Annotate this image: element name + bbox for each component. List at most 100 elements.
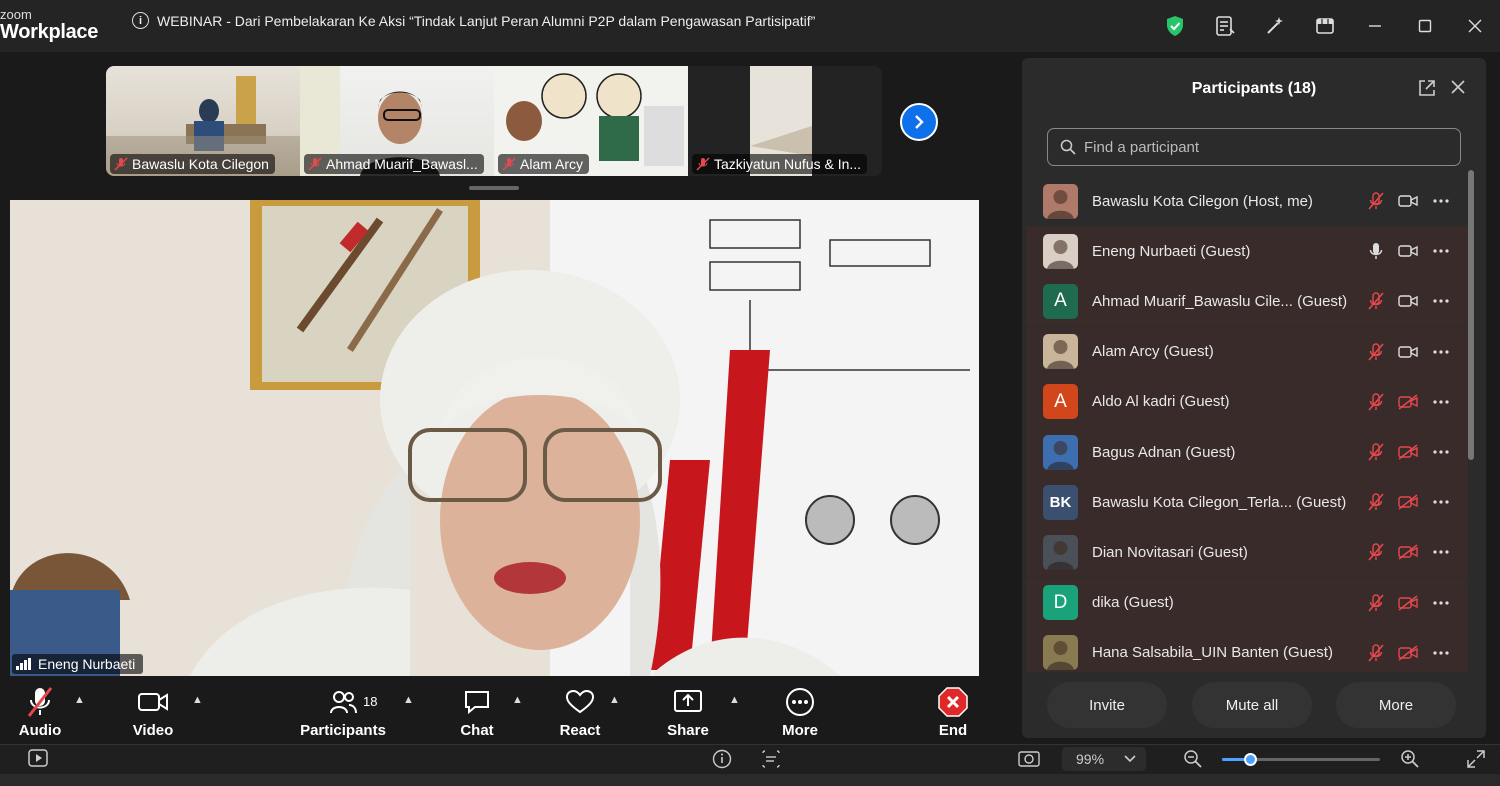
participant-more-icon[interactable] [1430, 190, 1452, 212]
participant-more-icon[interactable] [1430, 441, 1452, 463]
search-input[interactable] [1084, 138, 1444, 156]
audio-options-chevron-icon[interactable]: ▲ [74, 694, 85, 706]
participant-row[interactable]: A Ahmad Muarif_Bawaslu Cile... (Guest) [1026, 276, 1468, 327]
zoom-out-icon[interactable] [1183, 749, 1203, 774]
react-options-chevron-icon[interactable]: ▲ [609, 694, 620, 706]
camera-off-icon[interactable] [1397, 441, 1419, 463]
participant-row[interactable]: Bawaslu Kota Cilegon (Host, me) [1026, 176, 1468, 226]
audio-label: Audio [18, 722, 62, 739]
zoom-slider-handle[interactable] [1244, 753, 1258, 766]
recording-player-icon[interactable] [28, 749, 48, 772]
chat-button[interactable]: Chat [452, 684, 502, 742]
chevron-right-icon [915, 115, 924, 129]
camera-off-icon[interactable] [1397, 391, 1419, 413]
screenshot-icon[interactable] [1018, 749, 1040, 774]
participant-more-icon[interactable] [1430, 290, 1452, 312]
panel-more-button[interactable]: More [1336, 682, 1456, 728]
mic-muted-icon[interactable] [1365, 441, 1387, 463]
camera-on-icon[interactable] [1397, 190, 1419, 212]
participant-row[interactable]: Bagus Adnan (Guest) [1026, 427, 1468, 477]
participant-more-icon[interactable] [1430, 592, 1452, 614]
end-meeting-button[interactable]: End [928, 684, 978, 742]
thumbnail-video[interactable]: Ahmad Muarif_Bawasl... [300, 66, 494, 176]
ai-companion-icon[interactable] [1250, 0, 1300, 52]
camera-on-icon[interactable] [1397, 290, 1419, 312]
share-label: Share [667, 722, 709, 739]
participant-row[interactable]: Dian Novitasari (Guest) [1026, 527, 1468, 578]
view-apps-icon[interactable] [1300, 0, 1350, 52]
participant-row[interactable]: A Aldo Al kadri (Guest) [1026, 376, 1468, 427]
mic-muted-icon[interactable] [1365, 290, 1387, 312]
share-button[interactable]: Share [664, 684, 712, 742]
minimize-icon[interactable] [1350, 0, 1400, 52]
meeting-notes-icon[interactable] [1200, 0, 1250, 52]
captions-icon[interactable] [760, 749, 782, 774]
maximize-icon[interactable] [1400, 0, 1450, 52]
participant-name: Bawaslu Kota Cilegon_Terla... (Guest) [1092, 493, 1347, 511]
mute-all-button[interactable]: Mute all [1192, 682, 1312, 728]
invite-button[interactable]: Invite [1047, 682, 1167, 728]
participant-row[interactable]: Alam Arcy (Guest) [1026, 326, 1468, 377]
scrollbar-thumb[interactable] [1468, 170, 1474, 460]
participant-row[interactable]: Hana Salsabila_UIN Banten (Guest) [1026, 627, 1468, 672]
zoom-slider[interactable] [1222, 753, 1380, 766]
video-button[interactable]: Video [124, 684, 182, 742]
camera-on-icon[interactable] [1397, 240, 1419, 262]
security-shield-icon[interactable] [1150, 0, 1200, 52]
video-label: Video [132, 722, 174, 739]
fullscreen-icon[interactable] [1466, 749, 1486, 774]
participants-options-chevron-icon[interactable]: ▲ [403, 694, 414, 706]
participant-row[interactable]: Eneng Nurbaeti (Guest) [1026, 226, 1468, 277]
info-icon[interactable]: i [132, 12, 149, 29]
share-options-chevron-icon[interactable]: ▲ [729, 694, 740, 706]
participant-more-icon[interactable] [1430, 341, 1452, 363]
mic-muted-icon[interactable] [1365, 592, 1387, 614]
camera-off-icon[interactable] [1397, 592, 1419, 614]
avatar [1043, 534, 1078, 570]
strip-resize-handle[interactable] [469, 186, 519, 190]
mic-muted-icon[interactable] [1365, 491, 1387, 513]
close-window-icon[interactable] [1450, 0, 1500, 52]
audio-button[interactable]: Audio [12, 684, 68, 742]
chat-bubble-icon [465, 691, 489, 715]
next-page-button[interactable] [900, 103, 938, 141]
more-button[interactable]: More [776, 684, 824, 742]
zoom-in-icon[interactable] [1400, 749, 1420, 774]
close-panel-icon[interactable] [1450, 79, 1466, 100]
thumbnail-video[interactable]: Alam Arcy [494, 66, 688, 176]
mic-muted-icon[interactable] [1365, 190, 1387, 212]
participant-more-icon[interactable] [1430, 491, 1452, 513]
camera-off-icon[interactable] [1397, 642, 1419, 664]
participant-row[interactable]: Ddika (Guest) [1026, 577, 1468, 628]
participants-scrollbar[interactable] [1468, 168, 1474, 672]
thumbnail-video[interactable]: Tazkiyatun Nufus & In... [688, 66, 882, 176]
main-speaker-video[interactable]: Eneng Nurbaeti [10, 200, 979, 676]
mic-muted-icon[interactable] [1365, 391, 1387, 413]
participant-more-icon[interactable] [1430, 642, 1452, 664]
react-button[interactable]: React [555, 684, 605, 742]
zoom-level-select[interactable]: 99% [1062, 747, 1146, 771]
chat-options-chevron-icon[interactable]: ▲ [512, 694, 523, 706]
mic-muted-icon[interactable] [1365, 541, 1387, 563]
search-icon [1060, 139, 1076, 155]
participants-button[interactable]: Participants [300, 684, 386, 742]
avatar [1043, 434, 1078, 470]
mic-on-icon[interactable] [1365, 240, 1387, 262]
thumbnail-video[interactable]: Bawaslu Kota Cilegon [106, 66, 300, 176]
camera-off-icon[interactable] [1397, 541, 1419, 563]
speaker-name-label: Eneng Nurbaeti [12, 654, 144, 674]
participant-more-icon[interactable] [1430, 391, 1452, 413]
chevron-down-icon [1124, 755, 1136, 763]
camera-on-icon[interactable] [1397, 341, 1419, 363]
participant-search[interactable] [1047, 128, 1461, 166]
participant-more-icon[interactable] [1430, 240, 1452, 262]
video-options-chevron-icon[interactable]: ▲ [192, 694, 203, 706]
pop-out-icon[interactable] [1417, 78, 1437, 103]
mic-muted-icon[interactable] [1365, 642, 1387, 664]
mic-muted-icon[interactable] [1365, 341, 1387, 363]
participant-more-icon[interactable] [1430, 541, 1452, 563]
info-icon[interactable] [712, 749, 732, 774]
logo-line2: Workplace [0, 21, 99, 43]
camera-off-icon[interactable] [1397, 491, 1419, 513]
participant-row[interactable]: BK Bawaslu Kota Cilegon_Terla... (Guest) [1026, 477, 1468, 528]
